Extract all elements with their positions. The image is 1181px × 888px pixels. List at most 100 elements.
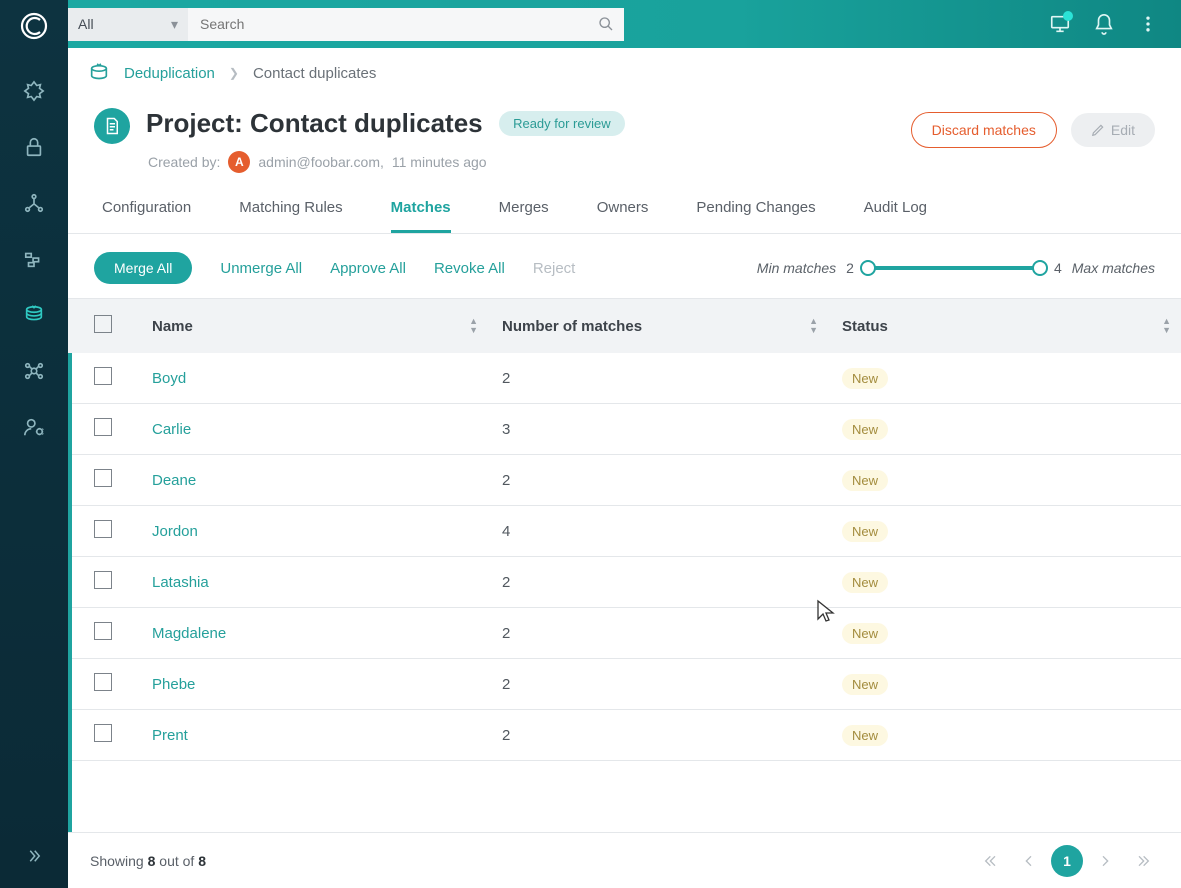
col-status[interactable]: Status▲▼ [828, 299, 1181, 353]
tab-pending-changes[interactable]: Pending Changes [696, 199, 815, 233]
table-row[interactable]: Carlie3New [68, 404, 1181, 455]
app-sidebar [0, 0, 68, 888]
row-checkbox[interactable] [94, 724, 112, 742]
meta-line: Created by: A admin@foobar.com, 11 minut… [146, 151, 895, 173]
kebab-menu-icon[interactable] [1133, 9, 1163, 39]
sort-icon[interactable]: ▲▼ [1162, 317, 1171, 335]
breadcrumb: Deduplication ❯ Contact duplicates [68, 48, 1181, 92]
app-logo [18, 10, 50, 42]
edit-button: Edit [1071, 113, 1155, 147]
dedup-small-icon [88, 62, 110, 84]
range-track[interactable] [864, 266, 1044, 270]
match-range-slider[interactable]: Min matches 2 4 Max matches [757, 260, 1155, 276]
page-first-button[interactable] [975, 845, 1007, 877]
nav-flow-icon[interactable] [23, 248, 45, 270]
table-row[interactable]: Deane2New [68, 455, 1181, 506]
page-next-button[interactable] [1089, 845, 1121, 877]
nav-home-icon[interactable] [23, 80, 45, 102]
discard-matches-button[interactable]: Discard matches [911, 112, 1057, 148]
title-block: Project: Contact duplicates Ready for re… [68, 92, 1181, 183]
page-last-button[interactable] [1127, 845, 1159, 877]
tab-owners[interactable]: Owners [597, 199, 649, 233]
monitor-icon[interactable] [1045, 9, 1075, 39]
status-badge: New [842, 419, 888, 440]
chevron-down-icon: ▾ [171, 16, 178, 33]
topbar: All ▾ [68, 0, 1181, 48]
row-checkbox[interactable] [94, 622, 112, 640]
avatar: A [228, 151, 250, 173]
tab-matches[interactable]: Matches [391, 199, 451, 233]
col-matches[interactable]: Number of matches▲▼ [488, 299, 828, 353]
search-bar: All ▾ [68, 8, 624, 41]
search-input[interactable] [188, 8, 588, 41]
row-matches: 2 [488, 659, 828, 710]
row-name[interactable]: Jordon [138, 506, 488, 557]
breadcrumb-current: Contact duplicates [253, 65, 376, 82]
table-row[interactable]: Magdalene2New [68, 608, 1181, 659]
row-name[interactable]: Prent [138, 710, 488, 761]
row-name[interactable]: Phebe [138, 659, 488, 710]
created-age: 11 minutes ago [392, 154, 487, 170]
bulk-actions-row: Merge All Unmerge All Approve All Revoke… [68, 234, 1181, 298]
approve-all-link[interactable]: Approve All [330, 260, 406, 277]
row-checkbox[interactable] [94, 418, 112, 436]
tab-configuration[interactable]: Configuration [102, 199, 191, 233]
nav-lock-icon[interactable] [23, 136, 45, 158]
bell-icon[interactable] [1089, 9, 1119, 39]
nav-hierarchy-icon[interactable] [23, 192, 45, 214]
table-row[interactable]: Jordon4New [68, 506, 1181, 557]
page-number-current[interactable]: 1 [1051, 845, 1083, 877]
row-matches: 2 [488, 455, 828, 506]
matches-table: Name▲▼ Number of matches▲▼ Status▲▼ Boyd… [68, 299, 1181, 761]
row-matches: 2 [488, 353, 828, 404]
col-name[interactable]: Name▲▼ [138, 299, 488, 353]
status-badge: New [842, 572, 888, 593]
table-row[interactable]: Phebe2New [68, 659, 1181, 710]
sort-icon[interactable]: ▲▼ [469, 317, 478, 335]
unmerge-all-link[interactable]: Unmerge All [220, 260, 302, 277]
creator-email: admin@foobar.com, [258, 154, 384, 170]
page-prev-button[interactable] [1013, 845, 1045, 877]
table-row[interactable]: Prent2 New [68, 710, 1181, 761]
nav-user-settings-icon[interactable] [23, 416, 45, 438]
row-name[interactable]: Deane [138, 455, 488, 506]
table-footer: Showing 8 out of 8 1 [68, 832, 1181, 888]
project-doc-icon [94, 108, 130, 144]
status-badge: New [842, 623, 888, 644]
chevron-right-icon: ❯ [229, 66, 239, 80]
select-all-checkbox[interactable] [94, 315, 112, 333]
table-row[interactable]: Boyd2 New [68, 353, 1181, 404]
reject-link: Reject [533, 260, 576, 277]
search-button[interactable] [588, 8, 624, 41]
max-matches-label: Max matches [1072, 260, 1155, 276]
nav-share-icon[interactable] [23, 360, 45, 382]
range-thumb-max[interactable] [1032, 260, 1048, 276]
tab-merges[interactable]: Merges [499, 199, 549, 233]
row-checkbox[interactable] [94, 571, 112, 589]
tab-audit-log[interactable]: Audit Log [864, 199, 927, 233]
sort-icon[interactable]: ▲▼ [809, 317, 818, 335]
row-checkbox[interactable] [94, 520, 112, 538]
search-scope-label: All [78, 16, 94, 32]
merge-all-button[interactable]: Merge All [94, 252, 192, 284]
revoke-all-link[interactable]: Revoke All [434, 260, 505, 277]
row-name[interactable]: Magdalene [138, 608, 488, 659]
range-thumb-min[interactable] [860, 260, 876, 276]
row-checkbox[interactable] [94, 673, 112, 691]
row-name[interactable]: Carlie [138, 404, 488, 455]
row-checkbox[interactable] [94, 469, 112, 487]
row-checkbox[interactable] [94, 367, 112, 385]
row-name[interactable]: Latashia [138, 557, 488, 608]
row-name[interactable]: Boyd [138, 353, 488, 404]
sidebar-expand-icon[interactable] [20, 842, 48, 870]
search-scope-select[interactable]: All ▾ [68, 8, 188, 41]
status-badge: New [842, 725, 888, 746]
row-matches: 2 [488, 710, 828, 761]
status-badge: New [842, 368, 888, 389]
tab-matching-rules[interactable]: Matching Rules [239, 199, 342, 233]
min-matches-label: Min matches [757, 260, 836, 276]
breadcrumb-root-link[interactable]: Deduplication [124, 65, 215, 82]
showing-text: Showing 8 out of 8 [90, 853, 206, 869]
table-row[interactable]: Latashia2New [68, 557, 1181, 608]
nav-dedup-icon[interactable] [23, 304, 45, 326]
